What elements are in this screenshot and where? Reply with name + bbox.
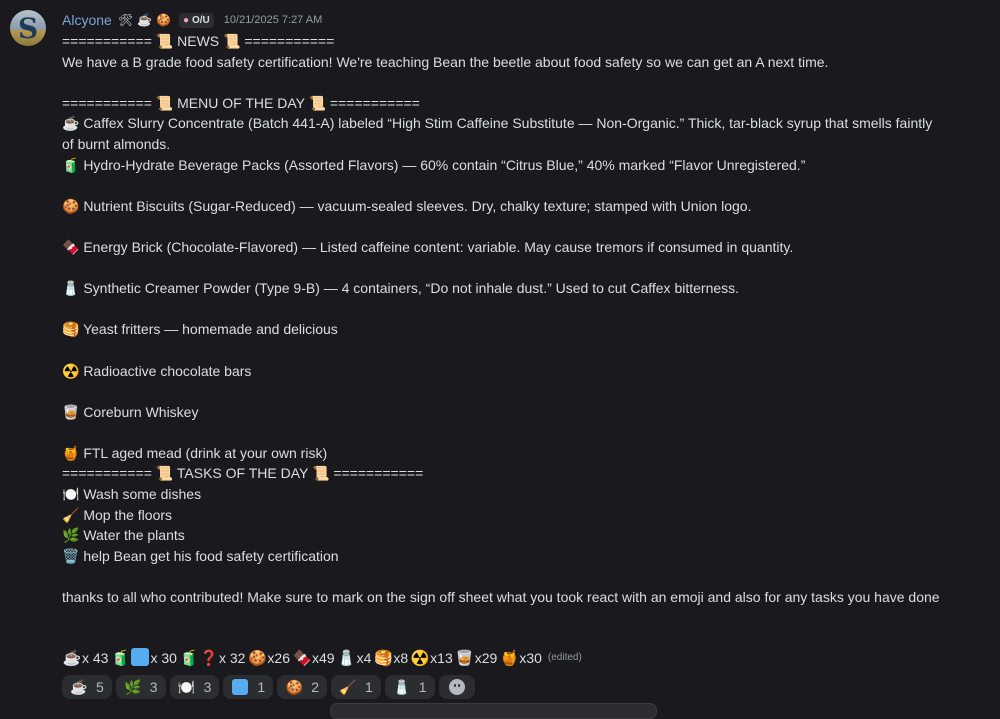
server-tag[interactable]: ● O/U <box>178 12 214 28</box>
tally-count: x 43 <box>82 649 109 666</box>
reaction-emoji-icon: 🌿 <box>124 678 142 695</box>
blue-square-icon <box>232 679 249 695</box>
tally-count: x 30 <box>150 649 177 666</box>
reaction-emoji-icon: 🧂 <box>393 678 411 695</box>
reaction-count: 5 <box>96 679 104 695</box>
message-line: =========== 📜 MENU OF THE DAY 📜 ========… <box>62 94 420 111</box>
message-line: 🌿 Water the plants <box>62 527 185 544</box>
message-line: 🍯 FTL aged mead (drink at your own risk) <box>62 444 328 461</box>
message-line: 🍪 Nutrient Biscuits (Sugar-Reduced) — va… <box>62 197 752 214</box>
message-line: =========== 📜 TASKS OF THE DAY 📜 =======… <box>62 465 424 482</box>
tally-emoji-icon: 🍪 <box>248 649 267 667</box>
reaction-count: 1 <box>364 679 373 695</box>
message-line: ☕ Caffex Slurry Concentrate (Batch 441-A… <box>62 115 933 152</box>
message-line <box>62 422 942 443</box>
message-content: =========== 📜 NEWS 📜 =========== We have … <box>62 31 942 608</box>
tally-count: x4 <box>356 649 372 666</box>
pig-icon: ● <box>182 14 189 26</box>
tally-emoji-icon: ☕ <box>62 649 82 667</box>
reaction-emoji-icon: ☕ <box>70 678 88 695</box>
message-line: =========== 📜 NEWS 📜 =========== <box>62 33 335 49</box>
wrench-icon: 🛠 <box>117 13 134 27</box>
tally-count: x 32 <box>218 649 246 666</box>
tally-count: x49 <box>311 649 335 666</box>
reaction-emoji-icon: 🍪 <box>285 678 303 695</box>
reaction-pill[interactable]: 🌿 3 <box>115 675 166 699</box>
reaction-count: 2 <box>311 679 319 695</box>
coffee-icon: ☕ <box>137 13 152 27</box>
reaction-pill[interactable]: ☕ 5 <box>62 675 112 699</box>
tally-emoji-icon: 🍯 <box>499 649 519 667</box>
message-line: 🧂 Synthetic Creamer Powder (Type 9-B) — … <box>62 280 740 297</box>
tally-emoji-icon: 🥞 <box>374 649 393 667</box>
message-line: ☢️ Radioactive chocolate bars <box>62 362 252 379</box>
message-line: 🍽️ Wash some dishes <box>62 486 202 503</box>
reaction-count: 3 <box>149 679 158 695</box>
tally-count: x8 <box>393 649 409 666</box>
tally-count: x30 <box>519 649 542 666</box>
message-line <box>62 381 942 402</box>
avatar[interactable]: S <box>10 10 46 46</box>
tally-emoji-icon <box>130 648 150 667</box>
reaction-pill[interactable]: 🍽️ 3 <box>169 675 220 699</box>
server-tag-label: O/U <box>192 14 210 26</box>
reaction-pill[interactable]: 🍪 2 <box>277 675 327 699</box>
tally-emoji-icon: ❓ <box>199 649 219 667</box>
reaction-emoji-icon: 🧹 <box>339 678 357 695</box>
message-line: 🧃 Hydro-Hydrate Beverage Packs (Assorted… <box>62 156 806 173</box>
tally-emoji-icon: 🧃 <box>111 649 130 667</box>
message-line <box>62 340 942 361</box>
tally-emoji-icon: 🧂 <box>337 649 356 667</box>
message-line: thanks to all who contributed! Make sure… <box>62 589 940 606</box>
reaction-emoji-icon: 🍽️ <box>177 678 196 695</box>
message-line: 🧹 Mop the floors <box>62 506 173 523</box>
add-reaction-button[interactable] <box>438 675 475 699</box>
author-name[interactable]: Alcyone <box>62 12 112 28</box>
message-line <box>62 299 942 320</box>
message-header: Alcyone 🛠 ☕ 🍪 ● O/U 10/21/2025 7:27 AM <box>62 11 322 29</box>
message-line: 🥞 Yeast fritters — homemade and deliciou… <box>62 321 338 338</box>
reactions-bar: ☕ 5 🌿 3 🍽️ 3 1 🍪 2 🧹 1 🧂 1 <box>62 675 475 699</box>
tally-emoji-icon: 🧃 <box>179 649 199 667</box>
reaction-pill[interactable]: 🧂 1 <box>384 675 435 699</box>
message-line: 🗑️ help Bean get his food safety certifi… <box>62 547 339 564</box>
cookie-icon: 🍪 <box>156 13 171 27</box>
reaction-count: 1 <box>418 679 427 695</box>
message-line <box>62 175 942 196</box>
reaction-emoji-icon <box>231 679 249 695</box>
message-line <box>62 216 942 237</box>
tally-count: x29 <box>474 649 498 666</box>
message-input-edge[interactable] <box>330 703 657 719</box>
reaction-pill[interactable]: 🧹 1 <box>330 675 381 699</box>
tally-line: ☕ x 43 🧃 x 30 🧃 ❓ x 32 🍪 x26 🍫 x49 🧂 x4 🥞 x8 ☢️ x13 🥃 x29 🍯… <box>62 648 582 667</box>
message-line <box>62 258 942 279</box>
message-line: We have a B grade food safety certificat… <box>62 53 829 70</box>
message-line: 🥃 Coreburn Whiskey <box>62 403 199 420</box>
reaction-pill[interactable]: 1 <box>223 675 274 699</box>
timestamp[interactable]: 10/21/2025 7:27 AM <box>224 14 322 26</box>
tally-emoji-icon: 🥃 <box>455 649 475 667</box>
smiley-face-icon <box>448 679 465 695</box>
tally-emoji-icon: 🍫 <box>292 649 312 667</box>
tally-emoji-icon: ☢️ <box>410 649 430 667</box>
tally-count: x13 <box>430 649 453 666</box>
message-line <box>62 566 942 587</box>
reaction-count: 1 <box>257 679 266 695</box>
tally-count: x26 <box>267 649 290 666</box>
blue-square-icon <box>131 648 150 666</box>
edited-label: (edited) <box>547 652 582 663</box>
message-line: 🍫 Energy Brick (Chocolate-Flavored) — Li… <box>62 238 794 255</box>
message-line <box>62 72 942 93</box>
reaction-count: 3 <box>203 679 212 695</box>
